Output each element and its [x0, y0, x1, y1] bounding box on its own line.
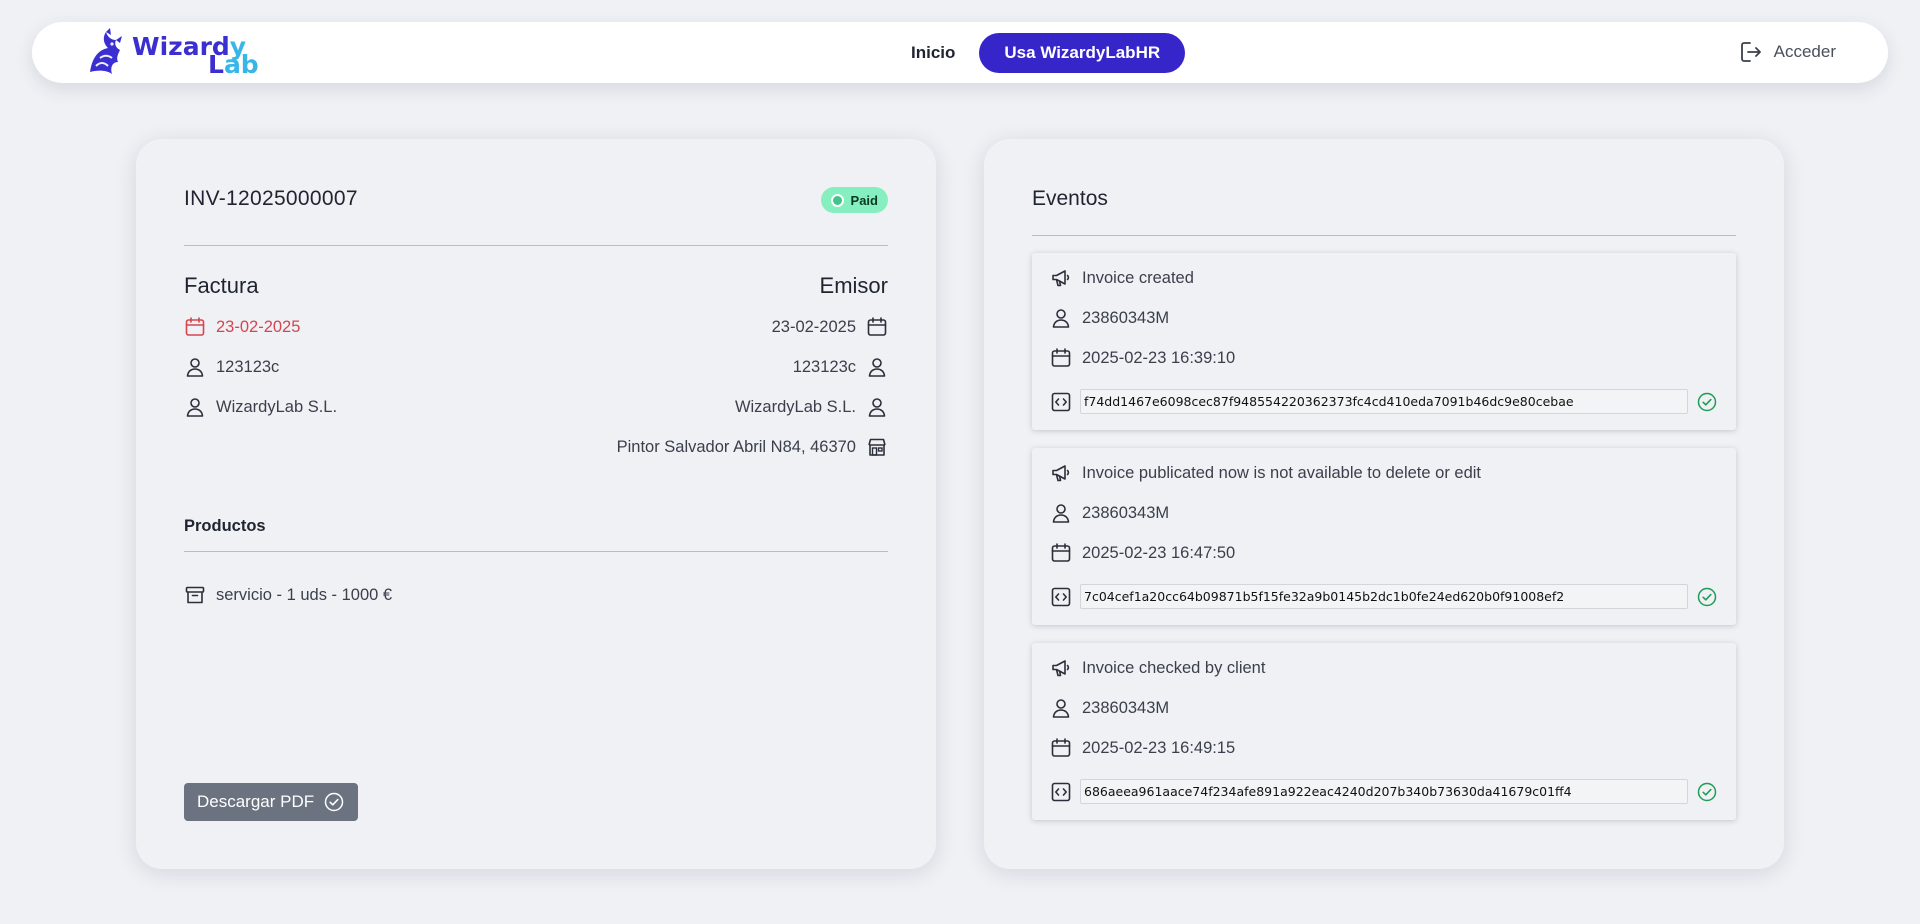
- code-icon: [1051, 782, 1071, 802]
- factura-company: WizardyLab S.L.: [216, 397, 338, 416]
- archive-box-icon: [185, 586, 205, 604]
- calendar-icon: [1051, 738, 1071, 757]
- factura-heading: Factura: [184, 273, 259, 298]
- nav-center: Inicio Usa WizardyLabHR: [879, 33, 1186, 73]
- event-user: 23860343M: [1082, 698, 1170, 717]
- logout-icon: [1740, 42, 1761, 62]
- events-card: Eventos Invoice created 23860343M 2025-0…: [984, 139, 1784, 869]
- event-hash-field[interactable]: f74dd1467e6098cec87f948554220362373fc4cd…: [1080, 389, 1688, 414]
- emisor-date-row: 23-02-2025: [772, 315, 888, 339]
- emisor-heading: Emisor: [819, 273, 888, 298]
- event-message: Invoice checked by client: [1082, 658, 1266, 677]
- megaphone-icon: [1052, 465, 1070, 482]
- download-pdf-label: Descargar PDF: [197, 792, 315, 811]
- download-pdf-button[interactable]: Descargar PDF: [184, 783, 359, 821]
- event-hash-field[interactable]: 7c04cef1a20cc64b09871b5f15fe32a9b0145b2d…: [1080, 584, 1688, 609]
- verified-check-icon: [1697, 392, 1717, 412]
- emisor-address-row: Pintor Salvador Abril N84, 46370: [617, 435, 888, 459]
- event-timestamp-row: 2025-02-23 16:39:10: [1050, 346, 1235, 370]
- event-timestamp-row: 2025-02-23 16:49:15: [1050, 736, 1235, 760]
- event-message: Invoice created: [1082, 268, 1194, 287]
- verified-check-icon: [1697, 587, 1717, 607]
- wizardylab-logo[interactable]: Wizardy Lab: [82, 28, 262, 80]
- product-item: servicio - 1 uds - 1000 €: [184, 583, 392, 607]
- user-icon: [1052, 309, 1070, 328]
- calendar-icon: [1051, 543, 1071, 562]
- events-title: Eventos: [1032, 187, 1108, 210]
- products-divider: [184, 551, 888, 552]
- check-circle-icon: [324, 792, 344, 812]
- event-timestamp: 2025-02-23 16:49:15: [1082, 738, 1236, 757]
- login-button[interactable]: Acceder: [1740, 40, 1836, 64]
- events-divider: [1032, 235, 1736, 236]
- user-icon: [868, 358, 886, 377]
- event-message-row: Invoice checked by client: [1050, 656, 1265, 680]
- store-icon: [868, 438, 886, 456]
- product-label: servicio - 1 uds - 1000 €: [216, 585, 393, 604]
- event-timestamp: 2025-02-23 16:39:10: [1082, 348, 1236, 367]
- event-user: 23860343M: [1082, 503, 1170, 522]
- user-icon: [186, 358, 204, 377]
- user-icon: [1052, 504, 1070, 523]
- event-hash-field[interactable]: 686aeea961aace74f234afe891a922eac4240d20…: [1080, 779, 1688, 804]
- status-badge: Paid: [820, 187, 888, 213]
- user-icon: [1052, 699, 1070, 718]
- event-message-row: Invoice publicated now is not available …: [1050, 461, 1481, 485]
- event-user-row: 23860343M: [1050, 306, 1169, 330]
- emisor-client-row: 123123c: [793, 355, 888, 379]
- dragon-logo-icon: [90, 28, 122, 74]
- factura-date: 23-02-2025: [216, 317, 301, 336]
- emisor-company: WizardyLab S.L.: [734, 397, 856, 416]
- use-wizardylabhr-button[interactable]: Usa WizardyLabHR: [979, 33, 1186, 73]
- invoice-id: INV-12025000007: [184, 187, 358, 210]
- user-icon: [868, 398, 886, 417]
- login-label: Acceder: [1773, 42, 1836, 61]
- top-navbar: Wizardy Lab Inicio Usa WizardyLabHR Acce…: [32, 22, 1888, 83]
- factura-client-row: 123123c: [184, 355, 279, 379]
- factura-client-id: 123123c: [216, 357, 280, 376]
- status-label: Paid: [850, 192, 878, 208]
- factura-date-row: 23-02-2025: [184, 315, 300, 339]
- megaphone-icon: [1052, 270, 1070, 287]
- header-divider: [184, 245, 888, 246]
- event-card: Invoice publicated now is not available …: [1032, 448, 1736, 625]
- code-icon: [1051, 587, 1071, 607]
- calendar-icon: [867, 317, 887, 336]
- nav-link-inicio[interactable]: Inicio: [879, 33, 979, 73]
- event-timestamp-row: 2025-02-23 16:47:50: [1050, 541, 1235, 565]
- event-message-row: Invoice created: [1050, 266, 1194, 290]
- emisor-date: 23-02-2025: [771, 317, 856, 336]
- user-icon: [186, 398, 204, 417]
- emisor-company-row: WizardyLab S.L.: [735, 395, 888, 419]
- calendar-icon: [185, 317, 205, 336]
- calendar-icon: [1051, 348, 1071, 367]
- factura-company-row: WizardyLab S.L.: [184, 395, 337, 419]
- event-message: Invoice publicated now is not available …: [1082, 463, 1482, 482]
- event-user-row: 23860343M: [1050, 696, 1169, 720]
- products-heading: Productos: [184, 517, 266, 535]
- code-icon: [1051, 392, 1071, 412]
- megaphone-icon: [1052, 660, 1070, 677]
- event-timestamp: 2025-02-23 16:47:50: [1082, 543, 1236, 562]
- event-card: Invoice created 23860343M 2025-02-23 16:…: [1032, 253, 1736, 430]
- event-user: 23860343M: [1082, 308, 1170, 327]
- status-dot-icon: [830, 193, 844, 207]
- event-user-row: 23860343M: [1050, 501, 1169, 525]
- invoice-card: INV-12025000007 Paid Factura Emisor 23-0…: [136, 139, 936, 869]
- emisor-client-id: 123123c: [792, 357, 856, 376]
- event-card: Invoice checked by client 23860343M 2025…: [1032, 643, 1736, 820]
- emisor-address: Pintor Salvador Abril N84, 46370: [616, 437, 856, 456]
- verified-check-icon: [1697, 782, 1717, 802]
